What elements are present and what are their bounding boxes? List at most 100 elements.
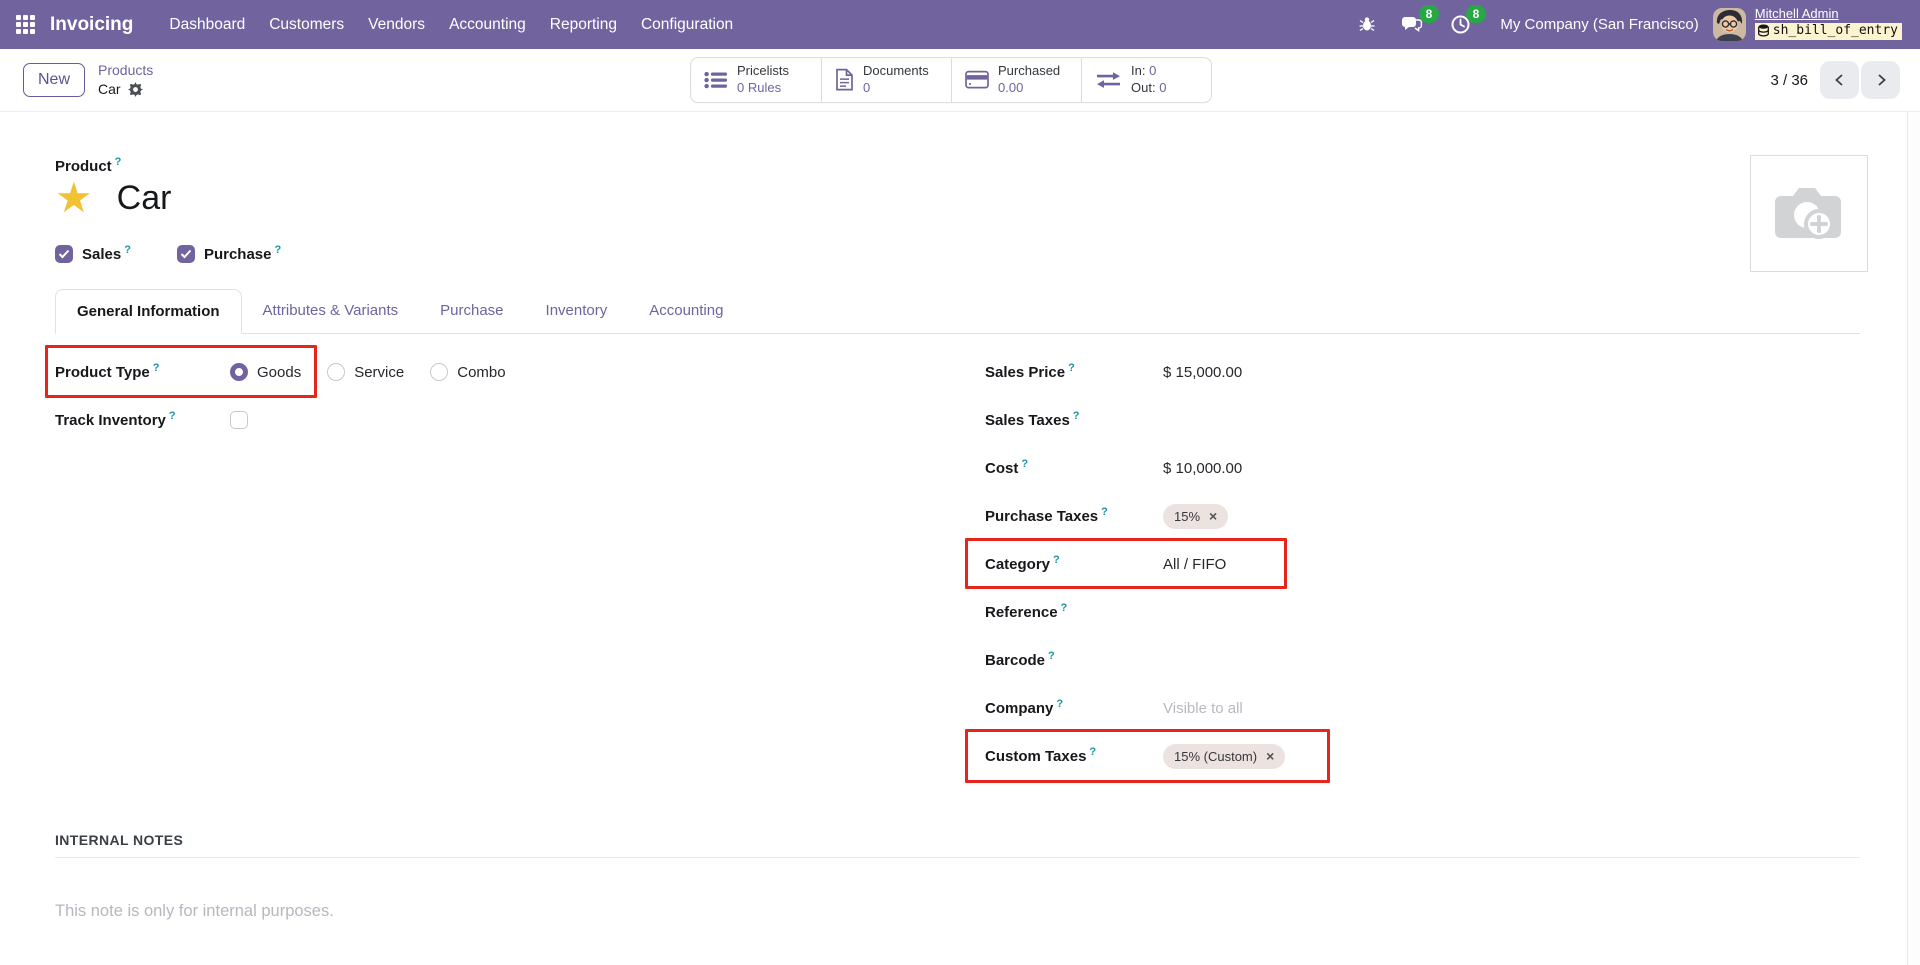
help-icon: ? — [1089, 746, 1096, 758]
transfer-arrows-icon — [1095, 70, 1122, 90]
help-icon: ? — [1073, 410, 1080, 422]
category-row: Category? All / FIFO — [985, 540, 1860, 588]
help-icon: ? — [124, 244, 131, 256]
activities-clock-icon[interactable]: 8 — [1437, 14, 1484, 35]
user-block[interactable]: Mitchell Admin sh_bill_of_entry — [1755, 6, 1902, 42]
product-name[interactable]: Car — [117, 179, 172, 218]
breadcrumb-products-link[interactable]: Products — [98, 61, 153, 80]
cost-value[interactable]: $ 10,000.00 — [1163, 460, 1242, 477]
product-form: Product? ★ Car Sales? Purchase? General … — [0, 112, 1920, 921]
custom-tax-tag[interactable]: 15% (Custom) × — [1163, 744, 1285, 769]
vertical-scrollbar[interactable] — [1907, 112, 1920, 965]
reference-row: Reference? — [985, 588, 1860, 636]
pager-previous-button[interactable] — [1820, 61, 1859, 99]
messages-icon[interactable]: 8 — [1389, 14, 1437, 34]
database-icon — [1758, 24, 1769, 37]
company-value[interactable]: Visible to all — [1163, 700, 1243, 717]
tab-inventory[interactable]: Inventory — [525, 289, 629, 334]
notebook-tabs: General Information Attributes & Variant… — [55, 289, 1860, 334]
sales-price-label: Sales Price? — [985, 364, 1163, 381]
documents-smart-button[interactable]: Documents 0 — [821, 58, 951, 102]
tab-attributes-variants[interactable]: Attributes & Variants — [242, 289, 420, 334]
track-inventory-checkbox[interactable] — [230, 411, 248, 429]
database-indicator: sh_bill_of_entry — [1755, 23, 1902, 40]
documents-label: Documents — [863, 63, 929, 80]
purchased-smart-button[interactable]: Purchased 0.00 — [951, 58, 1081, 102]
document-icon — [835, 69, 854, 92]
purchase-tax-tag[interactable]: 15% × — [1163, 504, 1228, 529]
help-icon: ? — [115, 156, 122, 168]
custom-taxes-row: Custom Taxes? 15% (Custom) × — [985, 732, 1860, 780]
help-icon: ? — [1061, 602, 1068, 614]
tab-general-information[interactable]: General Information — [55, 289, 242, 334]
sales-taxes-label: Sales Taxes? — [985, 412, 1163, 429]
app-name[interactable]: Invoicing — [50, 14, 133, 36]
favorite-star-icon[interactable]: ★ — [55, 177, 93, 219]
category-label: Category? — [985, 556, 1163, 573]
pricelists-smart-button[interactable]: Pricelists 0 Rules — [691, 58, 821, 102]
company-switcher[interactable]: My Company (San Francisco) — [1500, 16, 1698, 33]
help-icon: ? — [274, 244, 281, 256]
radio-goods[interactable]: Goods — [230, 363, 301, 381]
remove-tag-icon[interactable]: × — [1266, 749, 1274, 763]
sales-taxes-row: Sales Taxes? — [985, 396, 1860, 444]
sales-checkbox[interactable]: Sales? — [55, 245, 131, 263]
smart-buttons: Pricelists 0 Rules Documents 0 Purchased… — [690, 57, 1212, 103]
help-icon: ? — [1101, 506, 1108, 518]
checked-checkbox-icon — [177, 245, 195, 263]
menu-customers[interactable]: Customers — [257, 0, 356, 49]
sales-price-value[interactable]: $ 15,000.00 — [1163, 364, 1242, 381]
track-inventory-row: Track Inventory? — [55, 396, 985, 444]
pricelist-list-icon — [704, 70, 728, 90]
track-inventory-label: Track Inventory? — [55, 412, 230, 429]
help-icon: ? — [1068, 362, 1075, 374]
camera-add-icon — [1771, 183, 1847, 245]
user-name[interactable]: Mitchell Admin — [1755, 6, 1902, 22]
pager-next-button[interactable] — [1861, 61, 1900, 99]
apps-menu-icon[interactable] — [16, 15, 35, 34]
radio-combo[interactable]: Combo — [430, 363, 505, 381]
chevron-right-icon — [1872, 71, 1890, 89]
sales-price-row: Sales Price? $ 15,000.00 — [985, 348, 1860, 396]
radio-unselected-icon — [327, 363, 345, 381]
product-field-label: Product? — [55, 158, 1860, 175]
product-type-row: Product Type? Goods Service Combo — [55, 348, 985, 396]
category-value[interactable]: All / FIFO — [1163, 556, 1226, 573]
debug-bug-icon[interactable] — [1345, 15, 1389, 33]
top-navbar: Invoicing Dashboard Customers Vendors Ac… — [0, 0, 1920, 49]
product-type-label: Product Type? — [55, 364, 230, 381]
user-avatar[interactable] — [1713, 8, 1746, 41]
form-right-column: Sales Price? $ 15,000.00 Sales Taxes? Co… — [985, 348, 1860, 780]
pager: 3 / 36 — [1770, 61, 1900, 99]
menu-accounting[interactable]: Accounting — [437, 0, 538, 49]
out-value: 0 — [1159, 80, 1166, 95]
notes-divider — [55, 857, 1860, 858]
remove-tag-icon[interactable]: × — [1209, 509, 1217, 523]
radio-service[interactable]: Service — [327, 363, 404, 381]
tab-accounting[interactable]: Accounting — [628, 289, 744, 334]
in-value: 0 — [1149, 63, 1156, 78]
actions-gear-icon[interactable] — [128, 82, 143, 97]
purchase-checkbox[interactable]: Purchase? — [177, 245, 281, 263]
menu-reporting[interactable]: Reporting — [538, 0, 629, 49]
activities-badge: 8 — [1466, 5, 1487, 23]
product-image-upload[interactable] — [1750, 155, 1868, 272]
barcode-label: Barcode? — [985, 652, 1163, 669]
cost-row: Cost? $ 10,000.00 — [985, 444, 1860, 492]
menu-dashboard[interactable]: Dashboard — [157, 0, 257, 49]
internal-notes-editor[interactable]: This note is only for internal purposes. — [55, 902, 1860, 921]
tab-purchase[interactable]: Purchase — [419, 289, 524, 334]
purchased-label: Purchased — [998, 63, 1060, 80]
in-out-smart-button[interactable]: In: 0 Out: 0 — [1081, 58, 1211, 102]
internal-notes-heading: INTERNAL NOTES — [55, 832, 1860, 848]
purchased-value: 0.00 — [998, 80, 1023, 95]
new-button[interactable]: New — [23, 63, 85, 97]
menu-configuration[interactable]: Configuration — [629, 0, 745, 49]
internal-notes-section: INTERNAL NOTES This note is only for int… — [55, 832, 1860, 921]
in-label: In: — [1131, 63, 1145, 78]
credit-card-icon — [965, 71, 989, 90]
help-icon: ? — [1056, 698, 1063, 710]
help-icon: ? — [153, 362, 160, 374]
breadcrumb-current: Car — [98, 80, 121, 99]
menu-vendors[interactable]: Vendors — [356, 0, 437, 49]
